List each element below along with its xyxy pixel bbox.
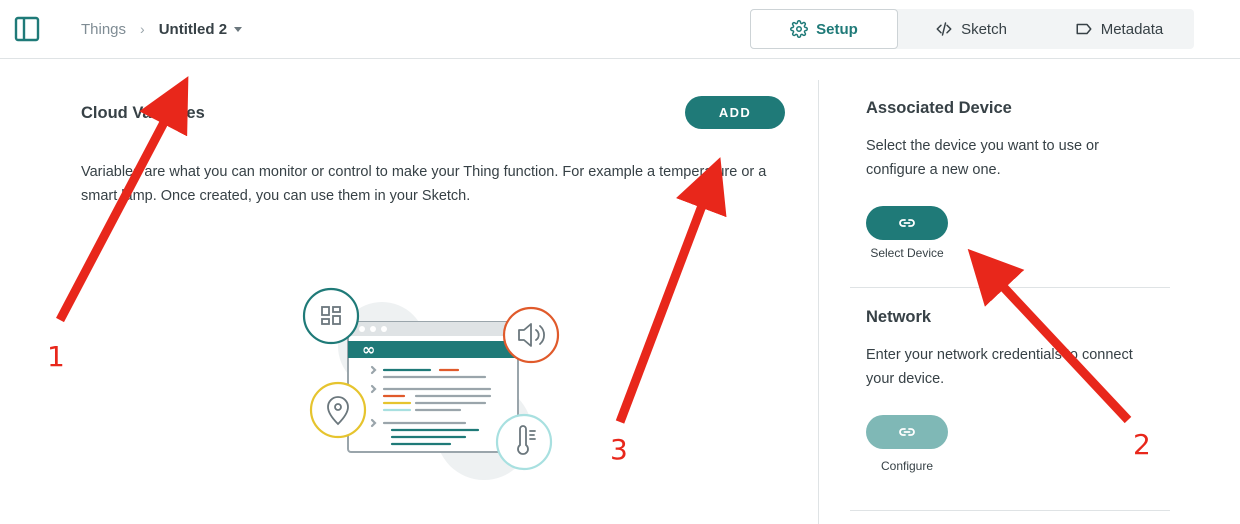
cloud-variables-illustration: ∞ xyxy=(302,287,560,480)
cloud-variables-description: Variables are what you can monitor or co… xyxy=(81,164,767,204)
add-variable-button[interactable]: ADD xyxy=(685,96,785,129)
network-description: Enter your network credentials to connec… xyxy=(866,347,1133,387)
section-divider xyxy=(850,287,1170,288)
tab-sketch[interactable]: Sketch xyxy=(898,9,1044,49)
chevron-down-icon[interactable] xyxy=(234,26,243,32)
code-icon xyxy=(936,22,952,36)
associated-device-description: Select the device you want to use or con… xyxy=(866,138,1099,178)
annotation-arrow-3 xyxy=(615,157,727,424)
svg-text:∞: ∞ xyxy=(362,340,375,359)
annotation-arrow-2 xyxy=(967,248,1132,424)
cloud-variables-title: Cloud Variables xyxy=(81,104,205,122)
annotation-label-2: 2 xyxy=(1133,428,1151,461)
select-device-button[interactable] xyxy=(866,206,948,240)
sidebar-toggle-icon[interactable] xyxy=(14,16,40,42)
top-bar: Things › Untitled 2 Setup Sketch Metadat… xyxy=(0,0,1240,59)
view-tabs: Setup Sketch Metadata xyxy=(750,9,1194,49)
link-icon xyxy=(899,428,915,436)
associated-device-title: Associated Device xyxy=(866,99,1012,117)
select-device-caption: Select Device xyxy=(870,246,944,260)
annotation-label-3: 3 xyxy=(610,433,628,466)
tag-icon xyxy=(1076,23,1092,35)
thing-name-dropdown[interactable]: Untitled 2 xyxy=(159,21,227,38)
section-divider xyxy=(850,510,1170,511)
tab-metadata-label: Metadata xyxy=(1100,20,1164,38)
tab-setup[interactable]: Setup xyxy=(750,9,898,49)
network-title: Network xyxy=(866,308,932,326)
configure-caption: Configure xyxy=(880,459,934,473)
gear-icon xyxy=(790,20,809,38)
breadcrumb: Things › Untitled 2 xyxy=(81,19,243,39)
configure-network-button[interactable] xyxy=(866,415,948,449)
breadcrumb-separator: › xyxy=(140,21,145,37)
link-icon xyxy=(899,219,915,227)
tab-sketch-label: Sketch xyxy=(961,20,1007,38)
tab-setup-label: Setup xyxy=(816,20,858,38)
column-divider xyxy=(818,80,819,524)
tab-metadata[interactable]: Metadata xyxy=(1044,9,1194,49)
annotation-label-1: 1 xyxy=(47,340,65,373)
breadcrumb-things-link[interactable]: Things xyxy=(81,21,126,38)
